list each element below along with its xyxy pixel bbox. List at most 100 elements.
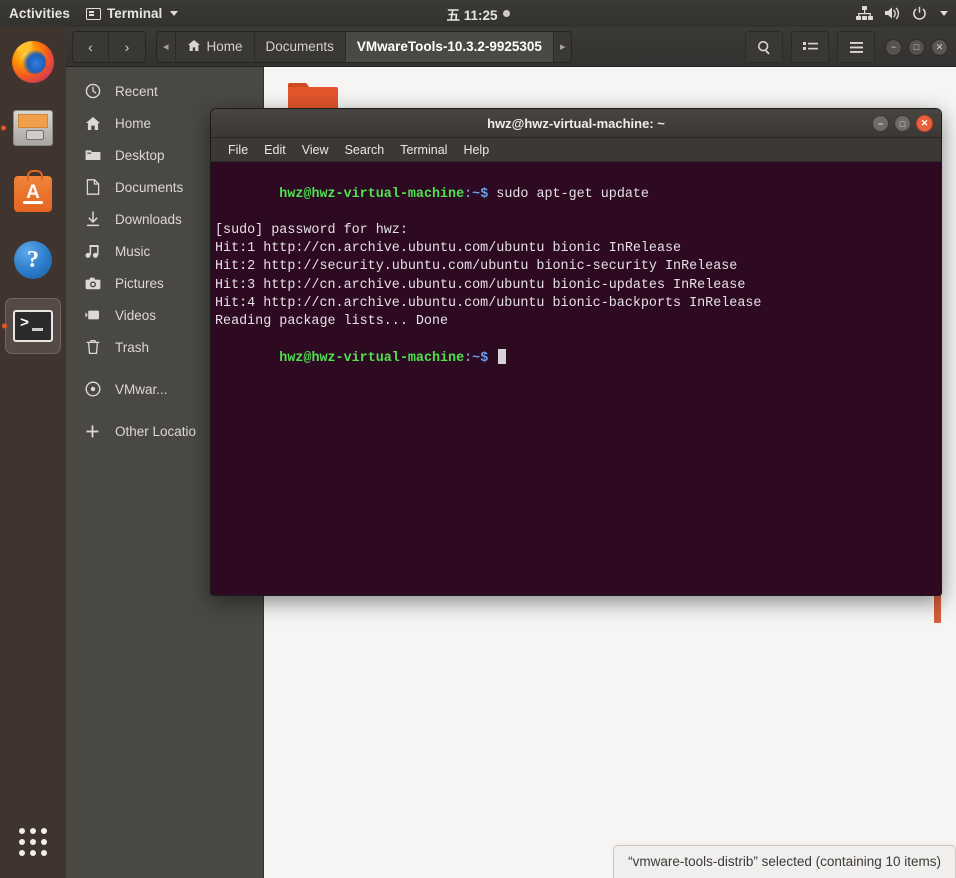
files-window-buttons: − □ ✕ [885, 38, 948, 56]
sidebar-label: Downloads [115, 211, 182, 227]
system-status-area[interactable] [856, 0, 948, 27]
network-icon [856, 6, 873, 21]
terminal-window-buttons: − □ ✕ [872, 115, 933, 132]
menu-item-file[interactable]: File [220, 143, 256, 157]
show-applications-grid-icon [19, 828, 47, 856]
terminal-scrollbar[interactable] [932, 162, 941, 595]
help-icon: ? [14, 241, 52, 279]
terminal-output-area[interactable]: hwz@hwz-virtual-machine:~$ sudo apt-get … [211, 162, 941, 595]
firefox-icon [12, 41, 54, 83]
minimize-button[interactable]: − [872, 115, 889, 132]
sidebar-label: Documents [115, 179, 184, 195]
show-applications-button[interactable] [5, 814, 61, 870]
menu-item-edit[interactable]: Edit [256, 143, 294, 157]
dock-item-terminal[interactable] [2, 298, 61, 354]
terminal-menu-bar: File Edit View Search Terminal Help [211, 138, 941, 162]
running-indicator [2, 323, 7, 329]
terminal-icon [13, 310, 53, 342]
terminal-line: Hit:2 http://security.ubuntu.com/ubuntu … [215, 259, 738, 275]
view-list-icon[interactable] [791, 31, 829, 63]
app-menu-button[interactable]: Terminal [80, 6, 184, 21]
ubuntu-software-icon [14, 170, 52, 212]
files-header-bar: ‹ › ◂ Home Documents VMwareTools-10.3.2-… [66, 27, 956, 67]
desktop-screen: Activities Terminal 五 11:25 A ? > ‹ › ◂ … [0, 0, 956, 878]
breadcrumb-overflow-left[interactable]: ◂ [157, 31, 176, 62]
back-button[interactable]: ‹ [73, 31, 109, 62]
dock-item-help[interactable]: ? [5, 232, 61, 288]
close-button[interactable]: ✕ [931, 38, 948, 56]
sidebar-label: VMwar... [115, 381, 168, 397]
home-icon [84, 115, 101, 132]
menu-item-view[interactable]: View [294, 143, 337, 157]
breadcrumb-item-home[interactable]: Home [176, 31, 255, 62]
files-header-actions: − □ ✕ [745, 31, 948, 63]
dock-item-ubuntu-software[interactable] [5, 166, 61, 222]
sidebar-label: Recent [115, 83, 158, 99]
sidebar-label: Desktop [115, 147, 165, 163]
terminal-line: Hit:3 http://cn.archive.ubuntu.com/ubunt… [215, 277, 746, 293]
status-badge: “vmware-tools-distrib” selected (contain… [613, 845, 956, 878]
terminal-window: hwz@hwz-virtual-machine: ~ − □ ✕ File Ed… [210, 108, 942, 596]
breadcrumb-item-documents[interactable]: Documents [255, 31, 346, 62]
breadcrumb: ◂ Home Documents VMwareTools-10.3.2-9925… [156, 30, 573, 63]
terminal-cursor [498, 348, 507, 364]
sidebar-label: Home [115, 115, 152, 131]
files-icon [13, 110, 53, 146]
chevron-down-icon [170, 11, 179, 16]
hamburger-menu-icon[interactable] [837, 31, 875, 63]
terminal-line: Reading package lists... Done [215, 313, 449, 329]
trash-icon [84, 339, 101, 356]
close-button[interactable]: ✕ [916, 115, 933, 132]
sidebar-label: Videos [115, 307, 157, 323]
desktop-folder-icon [84, 147, 101, 164]
menu-item-terminal[interactable]: Terminal [392, 143, 455, 157]
ubuntu-dock: ? [0, 27, 66, 878]
activities-button[interactable]: Activities [0, 6, 80, 21]
download-icon [84, 211, 101, 228]
sidebar-label: Pictures [115, 275, 164, 291]
volume-icon [884, 6, 901, 21]
terminal-title-bar[interactable]: hwz@hwz-virtual-machine: ~ − □ ✕ [211, 109, 941, 138]
dock-item-files[interactable] [1, 100, 61, 156]
terminal-line: hwz@hwz-virtual-machine:~$ sudo apt-get … [215, 168, 937, 222]
power-icon [912, 6, 927, 21]
menu-item-search[interactable]: Search [337, 143, 393, 157]
sidebar-label: Music [115, 243, 151, 259]
maximize-button[interactable]: □ [908, 38, 925, 56]
running-indicator [1, 125, 6, 131]
terminal-icon [86, 7, 102, 20]
app-menu-label: Terminal [107, 6, 163, 21]
status-chevron-down-icon [940, 11, 948, 16]
clock-icon [84, 83, 101, 100]
terminal-line: hwz@hwz-virtual-machine:~$ [215, 331, 937, 386]
terminal-command: sudo apt-get update [496, 187, 649, 203]
forward-button[interactable]: › [109, 32, 145, 62]
music-note-icon [84, 243, 101, 260]
menu-item-help[interactable]: Help [455, 143, 497, 157]
breadcrumb-item-current[interactable]: VMwareTools-10.3.2-9925305 [345, 31, 554, 62]
video-icon [84, 307, 101, 324]
camera-icon [84, 275, 101, 292]
minimize-button[interactable]: − [885, 38, 902, 56]
terminal-prompt-path: :~$ [464, 187, 497, 203]
home-icon [187, 39, 201, 55]
plus-icon [84, 423, 101, 440]
clock-label: 五 11:25 [446, 7, 498, 23]
breadcrumb-overflow-right[interactable]: ▸ [554, 32, 572, 62]
sidebar-label: Trash [115, 339, 150, 355]
terminal-prompt-path: :~$ [464, 350, 497, 366]
terminal-line: [sudo] password for hwz: [215, 223, 408, 239]
sidebar-label: Other Locatio [115, 423, 197, 439]
notification-dot-icon [502, 10, 510, 17]
files-status-bar: “vmware-tools-distrib” selected (contain… [264, 838, 956, 878]
breadcrumb-home-label: Home [206, 39, 243, 54]
clock-button[interactable]: 五 11:25 [398, 4, 558, 24]
terminal-prompt-user: hwz@hwz-virtual-machine [279, 187, 465, 203]
search-icon[interactable] [745, 31, 783, 63]
maximize-button[interactable]: □ [894, 115, 911, 132]
gnome-top-bar: Activities Terminal 五 11:25 [0, 0, 956, 27]
terminal-line: Hit:4 http://cn.archive.ubuntu.com/ubunt… [215, 295, 762, 311]
sidebar-item-recent[interactable]: Recent [66, 75, 263, 107]
terminal-prompt-user: hwz@hwz-virtual-machine [279, 350, 465, 366]
dock-item-firefox[interactable] [5, 34, 61, 90]
